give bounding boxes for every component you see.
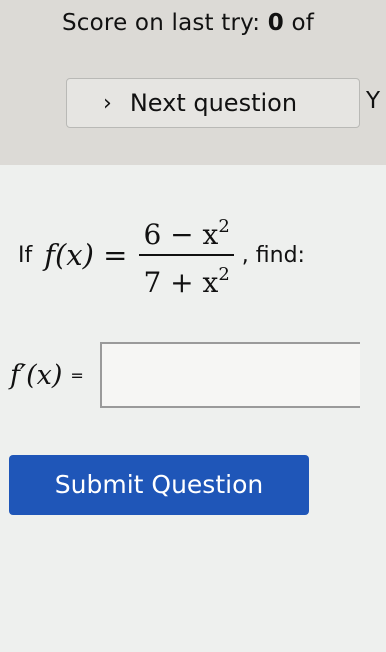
fraction-denominator: 7 + x2 bbox=[143, 264, 230, 299]
numerator-exponent: 2 bbox=[218, 216, 230, 237]
score-text: Score on last try: 0 of bbox=[62, 10, 314, 36]
fraction-numerator: 6 − x2 bbox=[143, 216, 230, 251]
score-panel: Score on last try: 0 of › Next question … bbox=[0, 0, 386, 165]
answer-equals: = bbox=[70, 365, 84, 385]
score-value: 0 bbox=[267, 10, 284, 36]
question-prefix: If bbox=[18, 242, 33, 268]
answer-label: f′(x) bbox=[10, 359, 63, 391]
fraction: 6 − x2 7 + x2 bbox=[139, 208, 234, 302]
truncated-text: Y bbox=[366, 88, 381, 114]
question-suffix: , find: bbox=[241, 242, 305, 268]
question-text: If f(x) = 6 − x2 7 + x2 , find: bbox=[18, 210, 305, 300]
submit-question-button[interactable]: Submit Question bbox=[9, 455, 309, 515]
score-suffix: of bbox=[291, 10, 315, 36]
function-definition: f(x) = bbox=[44, 238, 128, 272]
next-question-button[interactable]: › Next question bbox=[66, 78, 360, 128]
score-label: Score on last try: bbox=[62, 10, 261, 36]
next-question-label: Next question bbox=[129, 89, 298, 117]
denominator-exponent: 2 bbox=[218, 264, 230, 285]
chevron-right-icon: › bbox=[103, 90, 112, 116]
answer-row: f′(x) = bbox=[10, 342, 360, 408]
answer-input[interactable] bbox=[99, 342, 360, 408]
